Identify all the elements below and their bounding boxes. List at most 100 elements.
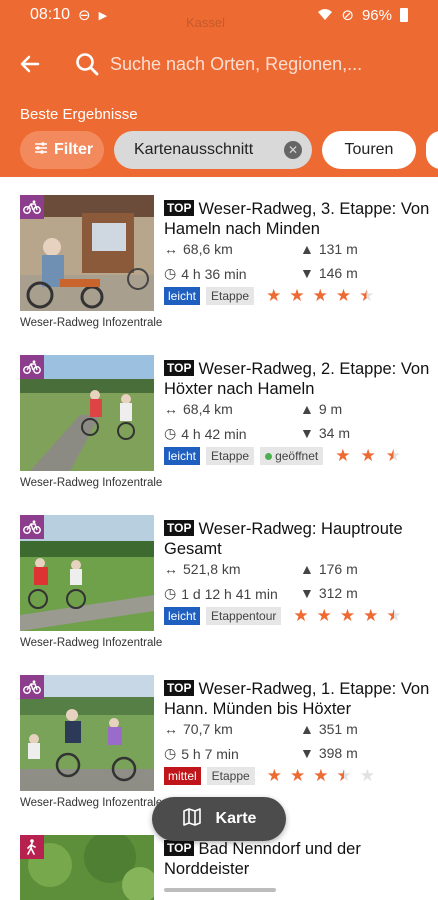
rating-stars: ★ ★ ★ ★ ★ (293, 606, 402, 625)
battery-level: 96% (361, 6, 392, 24)
star-icon: ★ (289, 286, 305, 305)
tours-chip-label: Touren (344, 141, 394, 158)
star-icon: ★ (289, 766, 306, 785)
descent-value: 34 m (318, 425, 350, 441)
bike-icon (20, 675, 44, 699)
play-icon: ▶ (98, 9, 108, 22)
rating-stars: ★ ★ ★ ★ ★ (266, 766, 375, 785)
descent-value: 146 m (318, 265, 358, 281)
top-badge: TOP (164, 840, 195, 856)
open-status-text: geöffnet (275, 449, 319, 463)
tour-title-text: Weser-Radweg, 1. Etappe: Von Hann. Münde… (164, 680, 430, 718)
tour-source: Weser-Radweg Infozentrale (20, 317, 163, 329)
top-badge: TOP (164, 680, 195, 696)
duration-value: 4 h 42 min (181, 425, 247, 442)
rating-stars: ★ ★ ★ ★ ★ (266, 286, 375, 305)
filter-chip[interactable]: Filter (20, 131, 104, 169)
star-icon: ★ (266, 766, 282, 785)
tour-tags: leicht Etappentour ★ ★ ★ ★ ★ (164, 607, 402, 625)
star-half-icon: ★ (386, 606, 402, 625)
duration-value: 1 d 12 h 41 min (181, 585, 278, 602)
star-half-icon: ★ (336, 766, 352, 785)
tour-thumbnail (20, 355, 154, 471)
tours-chip[interactable]: Touren (322, 131, 416, 169)
tour-title-text: Weser-Radweg: Hauptroute Gesamt (164, 520, 403, 558)
ascent-icon: ▲ (300, 241, 314, 257)
type-tag: Etappentour (206, 607, 282, 625)
list-item[interactable]: TOP Weser-Radweg: Hauptroute Gesamt ↔ 521,… (0, 515, 438, 675)
tour-title-text: Weser-Radweg, 3. Etappe: Von Hameln nach… (164, 200, 430, 238)
tour-title[interactable]: TOP Weser-Radweg, 1. Etappe: Von Hann. Mü… (164, 679, 434, 719)
tour-title[interactable]: TOP Weser-Radweg: Hauptroute Gesamt (164, 519, 434, 559)
star-icon: ★ (363, 606, 379, 625)
type-tag: Etappe (206, 447, 255, 465)
tour-title[interactable]: TOP Weser-Radweg, 3. Etappe: Von Hameln n… (164, 199, 434, 239)
tour-thumbnail (20, 515, 154, 631)
top-badge: TOP (164, 200, 195, 216)
top-badge: TOP (164, 520, 195, 536)
clock-icon: ◷ (164, 425, 177, 441)
map-section-chip[interactable]: Kartenausschnitt ✕ (114, 131, 312, 169)
clock-icon: ◷ (164, 745, 177, 761)
distance-icon: ↔ (164, 721, 178, 737)
map-button[interactable]: Karte (152, 797, 286, 841)
ascent-icon: ▲ (300, 721, 314, 737)
hiking-icon (20, 835, 44, 859)
descent-value: 398 m (318, 745, 358, 761)
tour-title-text: Weser-Radweg, 2. Etappe: Von Höxter nach… (164, 360, 430, 398)
tour-thumbnail (20, 835, 154, 900)
search-bar (0, 30, 438, 98)
filter-chips: Filter Kartenausschnitt ✕ Touren (0, 131, 438, 169)
search-input[interactable] (110, 53, 420, 75)
star-icon: ★ (339, 606, 356, 625)
descent-icon: ▼ (300, 585, 314, 601)
clear-chip-icon[interactable]: ✕ (284, 141, 302, 159)
star-icon: ★ (316, 606, 332, 625)
tour-source: Weser-Radweg Infozentrale (20, 477, 163, 489)
more-chip[interactable] (426, 131, 438, 169)
list-item[interactable]: TOP Weser-Radweg, 3. Etappe: Von Hameln n… (0, 195, 438, 355)
ascent-value: 176 m (318, 561, 358, 577)
descent-icon: ▼ (300, 265, 314, 281)
battery-icon (400, 8, 408, 22)
open-dot-icon (265, 453, 273, 460)
section-label: Beste Ergebnisse (20, 106, 138, 123)
type-tag: Etappe (206, 767, 255, 785)
dnd-icon: ⊖ (78, 7, 91, 24)
ascent-icon: ▲ (300, 401, 314, 417)
star-icon: ★ (313, 766, 329, 785)
gesture-bar[interactable] (164, 888, 276, 892)
difficulty-badge: leicht (164, 287, 201, 305)
map-button-label: Karte (215, 810, 257, 827)
rating-stars: ★ ★ ★ (335, 446, 401, 465)
descent-icon: ▼ (300, 425, 314, 441)
distance-icon: ↔ (164, 401, 178, 417)
duration-value: 4 h 36 min (181, 265, 247, 282)
tour-thumbnail (20, 675, 154, 791)
descent-value: 312 m (318, 585, 358, 601)
bike-icon (20, 355, 44, 379)
star-icon: ★ (312, 286, 328, 305)
star-icon: ★ (360, 446, 376, 465)
star-icon: ★ (266, 286, 282, 305)
bike-icon (20, 195, 44, 219)
no-sim-icon: ⊘ (341, 7, 354, 24)
tour-title[interactable]: TOP Weser-Radweg, 2. Etappe: Von Höxter n… (164, 359, 434, 399)
star-half-icon: ★ (359, 286, 375, 305)
map-section-chip-label: Kartenausschnitt (134, 141, 254, 158)
ascent-value: 131 m (318, 241, 358, 257)
distance-value: 68,6 km (183, 241, 233, 257)
duration-value: 5 h 7 min (181, 745, 239, 762)
ascent-icon: ▲ (300, 561, 314, 577)
distance-icon: ↔ (164, 561, 178, 577)
map-icon (182, 807, 202, 832)
back-arrow-icon[interactable] (18, 52, 42, 76)
star-icon: ★ (335, 286, 352, 305)
tour-thumbnail (20, 195, 154, 311)
list-item[interactable]: TOP Weser-Radweg, 2. Etappe: Von Höxter n… (0, 355, 438, 515)
tour-title[interactable]: TOP Bad Nenndorf und der Norddeister (164, 839, 434, 879)
sliders-icon (34, 141, 48, 160)
status-time: 08:10 (30, 6, 71, 23)
top-badge: TOP (164, 360, 195, 376)
distance-value: 521,8 km (183, 561, 241, 577)
